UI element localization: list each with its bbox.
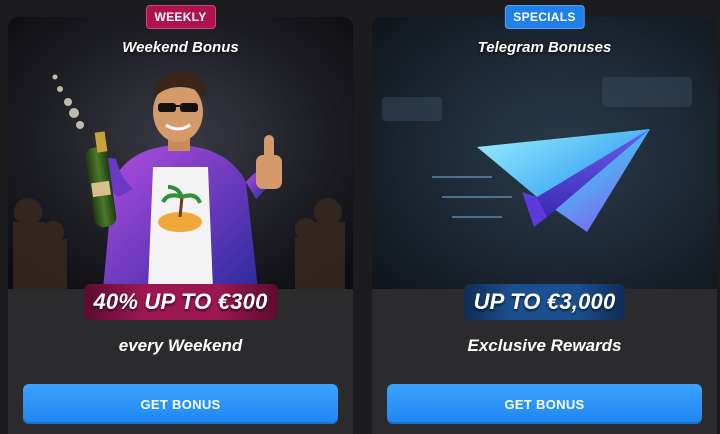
- card-subtitle: Exclusive Rewards: [467, 336, 622, 355]
- bonus-amount-banner: 40% UP TO €300: [83, 284, 278, 320]
- specials-badge: SPECIALS: [504, 5, 585, 29]
- bonus-card-weekend: WEEKLY Weekend Bonus 40% UP TO €300 ever…: [8, 5, 353, 434]
- get-bonus-button-telegram[interactable]: GET BONUS: [387, 384, 702, 424]
- card-title: Weekend Bonus: [122, 39, 239, 56]
- weekly-badge: WEEKLY: [145, 5, 216, 29]
- get-bonus-button-weekend[interactable]: GET BONUS: [23, 384, 338, 424]
- hero-image-weekend: [8, 17, 353, 289]
- bonus-card-telegram: SPECIALS Telegram Bonuses UP TO €3,000 E…: [372, 5, 717, 434]
- bonus-amount-banner: UP TO €3,000: [463, 284, 626, 320]
- card-title: Telegram Bonuses: [477, 39, 612, 56]
- card-subtitle: every Weekend: [118, 336, 243, 355]
- hero-image-telegram: [372, 17, 717, 289]
